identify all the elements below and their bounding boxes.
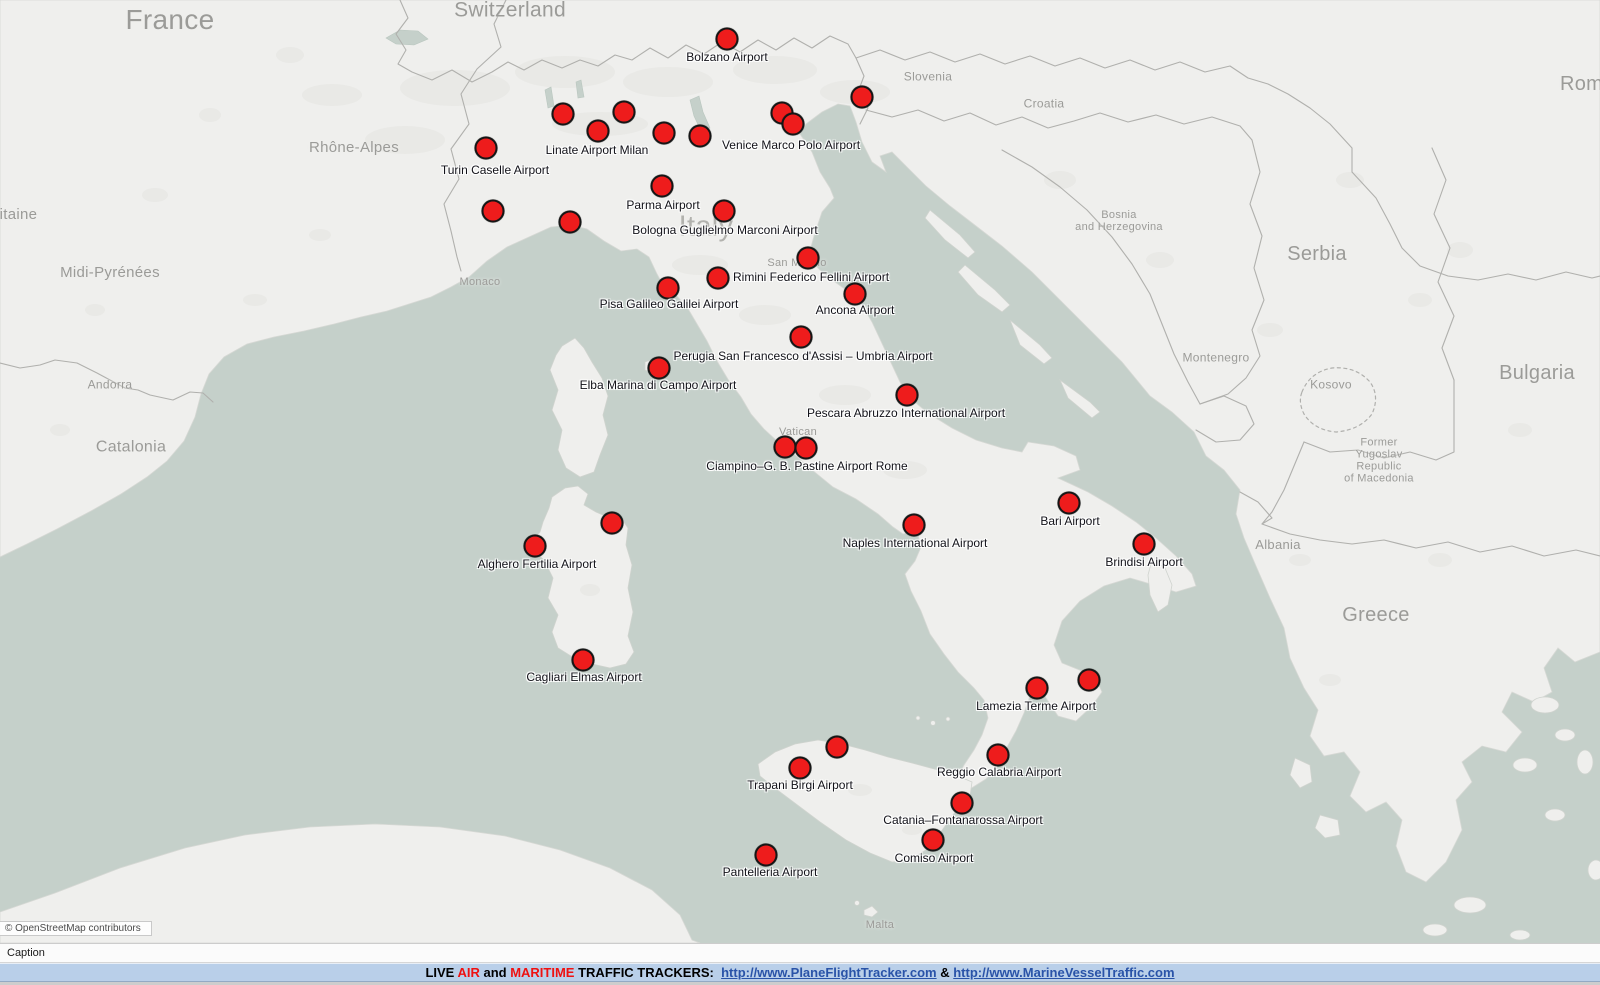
footer-text-segment: LIVE	[425, 965, 457, 980]
island-aegean	[1454, 897, 1486, 913]
airport-label-bolzano-airport: Bolzano Airport	[686, 50, 767, 64]
airport-marker-reggio-calabria-airport[interactable]	[987, 744, 1010, 767]
page: FranceSwitzerlandRhône-AlpesAquitaineMid…	[0, 0, 1600, 985]
airport-marker[interactable]	[482, 200, 505, 223]
airport-marker[interactable]	[689, 125, 712, 148]
airport-label-alghero-fertilia-airport: Alghero Fertilia Airport	[478, 557, 597, 571]
island-aegean	[1577, 750, 1593, 774]
island-aegean	[1423, 924, 1447, 936]
airport-marker[interactable]	[552, 103, 575, 126]
airport-marker-turin-caselle-airport[interactable]	[475, 137, 498, 160]
footer-text-segment: AIR	[457, 965, 479, 980]
map-attribution: © OpenStreetMap contributors	[0, 921, 152, 936]
footer-tracker-bar: LIVE AIR and MARITIME TRAFFIC TRACKERS: …	[0, 963, 1600, 982]
airport-marker-brindisi-airport[interactable]	[1133, 533, 1156, 556]
airport-marker[interactable]	[1078, 669, 1101, 692]
airport-marker-parma-airport[interactable]	[651, 175, 674, 198]
airport-marker-trapani-birgi-airport[interactable]	[789, 757, 812, 780]
map-canvas[interactable]: FranceSwitzerlandRhône-AlpesAquitaineMid…	[0, 0, 1600, 943]
airport-label-venice-marco-polo-airport: Venice Marco Polo Airport	[722, 138, 860, 152]
airport-label-perugia-san-francesco-d-assisi-umbria-airport: Perugia San Francesco d'Assisi – Umbria …	[673, 349, 932, 363]
airport-marker-alghero-fertilia-airport[interactable]	[524, 535, 547, 558]
footer-text-segment: and	[480, 965, 510, 980]
airport-label-pisa-galileo-galilei-airport: Pisa Galileo Galilei Airport	[600, 297, 739, 311]
airport-label-pescara-abruzzo-international-airport: Pescara Abruzzo International Airport	[807, 406, 1005, 420]
airport-label-parma-airport: Parma Airport	[626, 198, 699, 212]
footer-link-http-www-marinevesseltraffic-com[interactable]: http://www.MarineVesselTraffic.com	[953, 965, 1174, 980]
airport-marker[interactable]	[613, 101, 636, 124]
airport-marker-bari-airport[interactable]	[1058, 492, 1081, 515]
island-aegean	[1588, 860, 1600, 880]
airport-marker-naples-international-airport[interactable]	[903, 514, 926, 537]
island-aegean	[1510, 930, 1530, 940]
airport-marker-perugia-san-francesco-d-assisi-umbria-airport[interactable]	[790, 326, 813, 349]
airport-marker-bologna-guglielmo-marconi-airport[interactable]	[713, 200, 736, 223]
airport-marker-pantelleria-airport[interactable]	[755, 844, 778, 867]
footer-tracker-text: LIVE AIR and MARITIME TRAFFIC TRACKERS: …	[425, 965, 1174, 980]
airport-label-pantelleria-airport: Pantelleria Airport	[723, 865, 818, 879]
airport-marker[interactable]	[851, 86, 874, 109]
airport-marker[interactable]	[826, 736, 849, 759]
island-aegean	[1513, 758, 1537, 772]
airport-marker-bolzano-airport[interactable]	[716, 28, 739, 51]
airport-label-ancona-airport: Ancona Airport	[816, 303, 895, 317]
footer-text-segment: MARITIME	[510, 965, 574, 980]
airport-marker-venice-marco-polo-airport[interactable]	[782, 113, 805, 136]
airport-label-catania-fontanarossa-airport: Catania–Fontanarossa Airport	[883, 813, 1042, 827]
airport-marker-cagliari-elmas-airport[interactable]	[572, 649, 595, 672]
island-gozo	[855, 901, 860, 906]
airport-label-comiso-airport: Comiso Airport	[895, 851, 974, 865]
airport-marker[interactable]	[797, 247, 820, 270]
airport-label-linate-airport-milan: Linate Airport Milan	[546, 143, 649, 157]
airport-label-bari-airport: Bari Airport	[1040, 514, 1099, 528]
airport-label-bologna-guglielmo-marconi-airport: Bologna Guglielmo Marconi Airport	[632, 223, 817, 237]
island-aeolian	[931, 721, 936, 726]
airport-marker-pescara-abruzzo-international-airport[interactable]	[896, 384, 919, 407]
island-aegean	[1531, 697, 1559, 713]
airport-marker-linate-airport-milan[interactable]	[587, 120, 610, 143]
airport-marker[interactable]	[774, 436, 797, 459]
airport-marker[interactable]	[601, 512, 624, 535]
airport-marker-elba-marina-di-campo-airport[interactable]	[648, 357, 671, 380]
caption-label: Caption	[7, 947, 45, 959]
airport-marker-comiso-airport[interactable]	[922, 829, 945, 852]
airport-marker[interactable]	[559, 211, 582, 234]
airport-label-lamezia-terme-airport: Lamezia Terme Airport	[976, 699, 1096, 713]
airport-marker-rimini-federico-fellini-airport[interactable]	[707, 267, 730, 290]
airport-label-ciampino-g-b-pastine-airport-rome: Ciampino–G. B. Pastine Airport Rome	[706, 459, 907, 473]
airport-label-cagliari-elmas-airport: Cagliari Elmas Airport	[526, 670, 641, 684]
island-aeolian	[916, 716, 920, 720]
airport-label-naples-international-airport: Naples International Airport	[843, 536, 988, 550]
footer-link-http-www-planeflighttracker-com[interactable]: http://www.PlaneFlightTracker.com	[721, 965, 937, 980]
airport-marker-lamezia-terme-airport[interactable]	[1026, 677, 1049, 700]
airport-marker-catania-fontanarossa-airport[interactable]	[951, 792, 974, 815]
caption-bar: Caption	[0, 943, 1600, 963]
airport-label-rimini-federico-fellini-airport: Rimini Federico Fellini Airport	[733, 270, 889, 284]
airport-label-elba-marina-di-campo-airport: Elba Marina di Campo Airport	[580, 378, 737, 392]
island-aegean	[1555, 729, 1575, 741]
airport-marker-ciampino-g-b-pastine-airport-rome[interactable]	[795, 437, 818, 460]
island-aeolian	[946, 717, 950, 721]
island-aegean	[1545, 809, 1565, 821]
footer-text-segment: TRAFFIC TRACKERS:	[574, 965, 721, 980]
airport-label-trapani-birgi-airport: Trapani Birgi Airport	[747, 778, 853, 792]
airport-label-reggio-calabria-airport: Reggio Calabria Airport	[937, 765, 1061, 779]
airport-label-turin-caselle-airport: Turin Caselle Airport	[441, 163, 549, 177]
footer-text-segment: &	[937, 965, 954, 980]
airport-marker[interactable]	[653, 122, 676, 145]
airport-label-brindisi-airport: Brindisi Airport	[1105, 555, 1182, 569]
